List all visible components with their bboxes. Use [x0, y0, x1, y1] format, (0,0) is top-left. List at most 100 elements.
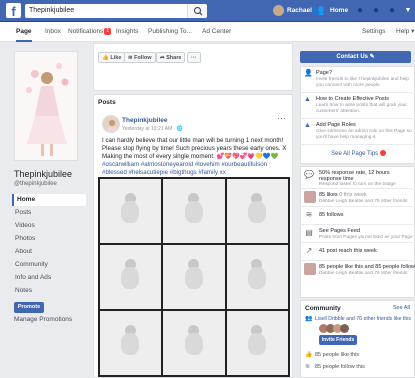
sidebar-item-notes[interactable]: Notes — [12, 285, 86, 297]
friend-requests-icon[interactable]: ● — [354, 5, 366, 17]
baby-body — [121, 201, 140, 224]
post-author-avatar[interactable] — [102, 115, 120, 133]
baby-body — [121, 267, 140, 290]
follow-icon: ≋ — [305, 364, 311, 370]
community-like-count[interactable]: 85 people like this — [315, 352, 359, 358]
likes-row[interactable]: 85 likes 0 this week Debbie Leigh Beatti… — [301, 189, 415, 207]
baby-body — [121, 333, 140, 356]
tab-insights[interactable]: Insights — [116, 22, 138, 42]
photo-tile[interactable] — [100, 179, 162, 243]
community-title: Community — [305, 305, 341, 312]
like-follow-text: 85 people like this and 85 people follow… — [319, 264, 415, 270]
sidebar-item-home[interactable]: Home — [12, 194, 86, 206]
sidebar-item-community[interactable]: Community — [12, 259, 86, 271]
response-rate-desc: Respond faster to turn on the badge — [319, 182, 396, 187]
baby-body — [184, 201, 203, 224]
likes-new: 0 this week — [339, 192, 367, 198]
like-follow-row[interactable]: 85 people like this and 85 people follow… — [301, 261, 415, 281]
settings-link[interactable]: Settings — [362, 22, 386, 42]
post-author-name[interactable]: Thepinkjubilee — [122, 117, 168, 124]
response-rate-text: 50% response rate, 12 hours response tim… — [319, 170, 390, 182]
tab-inbox[interactable]: Inbox — [45, 22, 61, 42]
sidebar-item-videos[interactable]: Videos — [12, 220, 86, 232]
likes-count: 85 likes 0 this week — [319, 192, 367, 198]
response-rate-row[interactable]: 💬 50% response rate, 12 hours response t… — [301, 167, 415, 189]
community-follow-count[interactable]: 85 people follow this — [315, 364, 365, 370]
post-timestamp[interactable]: Yesterday at 10:21 AM · 🌐 — [122, 126, 183, 132]
page-handle[interactable]: @thepinkjubilee — [14, 181, 57, 187]
photo-tile[interactable] — [163, 245, 225, 309]
friends-icon[interactable]: 👥 — [312, 5, 324, 17]
post-photo-collage[interactable] — [98, 177, 290, 377]
tips-count-badge — [379, 150, 386, 156]
friend-avatar[interactable] — [340, 324, 349, 333]
messages-icon[interactable]: ● — [370, 5, 382, 17]
friends-icon: 👥 — [305, 316, 313, 322]
post-options-icon[interactable]: ··· — [277, 113, 286, 123]
tip-invite-friends[interactable]: 👤 Page? Invite friends to like Thepinkju… — [301, 67, 415, 93]
help-label: Help — [396, 28, 410, 35]
sidebar-item-about[interactable]: About — [12, 246, 86, 258]
page-name[interactable]: Thepinkjubilee — [14, 169, 72, 179]
profile-picture[interactable] — [14, 51, 78, 161]
like-label: Like — [110, 55, 122, 61]
search-button[interactable] — [187, 4, 207, 18]
community-see-all-link[interactable]: See All — [393, 305, 410, 311]
home-link[interactable]: Home — [330, 0, 348, 22]
photo-tile[interactable] — [100, 245, 162, 309]
sidebar-item-posts[interactable]: Posts — [12, 207, 86, 219]
photo-tile[interactable] — [226, 311, 288, 375]
like-button[interactable]: 👍 Like — [98, 52, 126, 63]
baby-body — [184, 267, 203, 290]
reach-icon: ↗ — [305, 246, 313, 255]
pages-feed-row[interactable]: ▤ See Pages Feed Posts from Pages you've… — [301, 225, 415, 243]
invite-friends-button[interactable]: Invite Friends — [319, 335, 357, 345]
post-reach-row[interactable]: ↗ 41 post reach this week — [301, 243, 415, 261]
search-value: Thepinkjubilee — [29, 7, 75, 14]
follow-button[interactable]: ≋ Follow — [124, 52, 156, 63]
likes-friends: Debbie Leigh Beattie and 76 other friend… — [319, 199, 408, 204]
tip-effective-posts[interactable]: ▲ How to Create Effective Posts Learn ho… — [301, 93, 415, 119]
triangle-icon: ▲ — [304, 96, 311, 103]
facebook-logo-icon[interactable]: f — [6, 3, 21, 18]
tab-notifications[interactable]: Notifications 1 — [68, 22, 112, 42]
more-options-button[interactable]: ··· — [187, 52, 201, 63]
manage-promotions-link[interactable]: Manage Promotions — [14, 316, 72, 323]
user-name-link[interactable]: Rachael — [287, 0, 312, 22]
photo-tile[interactable] — [226, 245, 288, 309]
page-tab-bar: Page Inbox Notifications 1 Insights Publi… — [0, 22, 415, 42]
sidebar-item-info-and-ads[interactable]: Info and Ads — [12, 272, 86, 284]
community-friends-text[interactable]: Lisell Dribble and 76 other friends like… — [315, 316, 411, 322]
post-time-text: Yesterday at 10:21 AM · — [122, 126, 177, 132]
tip-page-roles[interactable]: ▲ Add Page Roles Give someone an admin r… — [301, 119, 415, 145]
see-all-tips-link[interactable]: See All Page Tips — [301, 150, 415, 157]
dropdown-icon[interactable]: ▼ — [402, 5, 414, 17]
photo-tile[interactable] — [163, 311, 225, 375]
photo-tile[interactable] — [226, 179, 288, 243]
tab-ad-center[interactable]: Ad Center — [202, 22, 231, 42]
see-all-tips-label: See All Page Tips — [331, 151, 379, 157]
photo-tile[interactable] — [163, 179, 225, 243]
like-follow-friends: Debbie Leigh Beattie and 76 other friend… — [319, 271, 408, 276]
notifications-icon[interactable]: ● — [386, 5, 398, 17]
promote-button[interactable]: Promote — [14, 302, 44, 313]
photo-tile[interactable] — [100, 311, 162, 375]
share-button[interactable]: ➦ Share — [156, 52, 186, 63]
search-input[interactable]: Thepinkjubilee — [25, 4, 207, 18]
sidebar-item-photos[interactable]: Photos — [12, 233, 86, 245]
tab-page[interactable]: Page — [16, 22, 32, 42]
post-body: I can hardly believe that our little man… — [102, 137, 288, 177]
baby-body — [248, 267, 267, 290]
contact-us-button[interactable]: Contact Us ✎ — [300, 51, 411, 63]
left-sidebar: Thepinkjubilee @thepinkjubilee Home Post… — [0, 43, 90, 378]
globe-icon: 🌐 — [176, 126, 183, 132]
post-reach-text: 41 post reach this week — [319, 248, 377, 254]
user-avatar[interactable] — [273, 5, 284, 16]
like-icon: 👍 — [305, 352, 313, 358]
roles-icon: ▲ — [304, 122, 311, 129]
help-link[interactable]: Help ▾ — [396, 22, 414, 42]
follows-row[interactable]: ≋ 85 follows — [301, 207, 415, 225]
post-hashtags[interactable]: #oscarwilliam #almostoneyearold #lovehim… — [102, 161, 267, 176]
tab-publishing-tools[interactable]: Publishing To... — [148, 22, 192, 42]
share-label: Share — [166, 55, 182, 61]
